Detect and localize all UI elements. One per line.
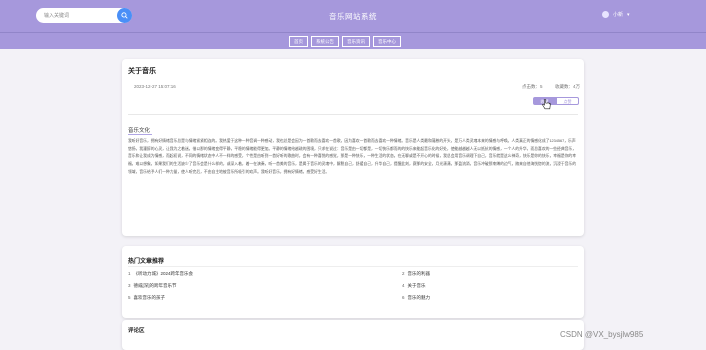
item-number: 3	[128, 283, 131, 288]
favorite-count: 收藏数：4万	[555, 84, 581, 89]
nav-item-music-news[interactable]: 音乐资讯	[342, 36, 370, 47]
chevron-down-icon: ▾	[627, 11, 630, 18]
hot-articles-title: 热门文章推荐	[128, 259, 165, 265]
username: 小新	[613, 12, 624, 18]
top-header: 音乐网站系统 小新 ▾	[0, 0, 706, 32]
item-title: 德威[深]的跨年音乐节	[133, 283, 177, 288]
divider	[128, 114, 578, 115]
list-item[interactable]: 6 音乐的魅力	[402, 294, 578, 302]
list-item[interactable]: 1 《听动力城》2024跨年音乐会	[128, 270, 402, 278]
nav-item-music-center[interactable]: 音乐中心	[373, 36, 401, 47]
article-title: 关于音乐	[128, 68, 156, 75]
article-card: 关于音乐 2023-12-27 15:07:16 点击数：5 收藏数：4万 收藏…	[122, 59, 584, 236]
list-item[interactable]: 5 喜欢音乐的孩子	[128, 294, 402, 302]
item-number: 2	[402, 271, 405, 276]
item-title: 喜欢音乐的孩子	[133, 295, 166, 300]
article-datetime: 2023-12-27 15:07:16	[134, 84, 176, 89]
hand-cursor-icon	[542, 99, 551, 110]
section-underline	[128, 134, 152, 135]
user-menu[interactable]: 小新 ▾	[602, 11, 630, 18]
main-nav: 首页 系统公告 音乐资讯 音乐中心	[0, 32, 706, 49]
comments-title: 评论区	[128, 328, 145, 334]
item-title: 关于音乐	[407, 283, 426, 288]
item-title: 音乐的利器	[407, 271, 431, 276]
item-number: 5	[128, 295, 131, 300]
item-number: 4	[402, 283, 405, 288]
item-number: 1	[128, 271, 131, 276]
item-title: 音乐的魅力	[407, 295, 431, 300]
item-number: 6	[402, 295, 405, 300]
list-item[interactable]: 2 音乐的利器	[402, 270, 578, 278]
list-item[interactable]: 4 关于音乐	[402, 282, 578, 290]
item-title: 《听动力城》2024跨年音乐会	[133, 271, 194, 276]
watermark: CSDN @VX_bysjlw985	[560, 330, 644, 339]
like-button[interactable]: 点赞	[556, 97, 579, 105]
hot-articles-list: 1 《听动力城》2024跨年音乐会 2 音乐的利器 3 德威[深]的跨年音乐节 …	[128, 270, 578, 302]
click-count: 点击数：5	[522, 84, 543, 89]
section-title: 音乐文化	[128, 128, 151, 134]
site-title: 音乐网站系统	[329, 12, 377, 21]
article-body: 我听好音乐，拥有好情绪音乐总是与情绪紧紧相连的。我热爱于这种一种音调一种感动，我…	[128, 139, 577, 174]
divider	[128, 266, 578, 267]
action-buttons: 收藏 点赞	[533, 97, 579, 105]
avatar	[602, 11, 609, 18]
nav-item-announcements[interactable]: 系统公告	[311, 36, 339, 47]
nav-item-home[interactable]: 首页	[289, 36, 308, 47]
hot-articles-card: 热门文章推荐 1 《听动力城》2024跨年音乐会 2 音乐的利器 3 德威[深]…	[122, 246, 584, 318]
list-item[interactable]: 3 德威[深]的跨年音乐节	[128, 282, 402, 290]
